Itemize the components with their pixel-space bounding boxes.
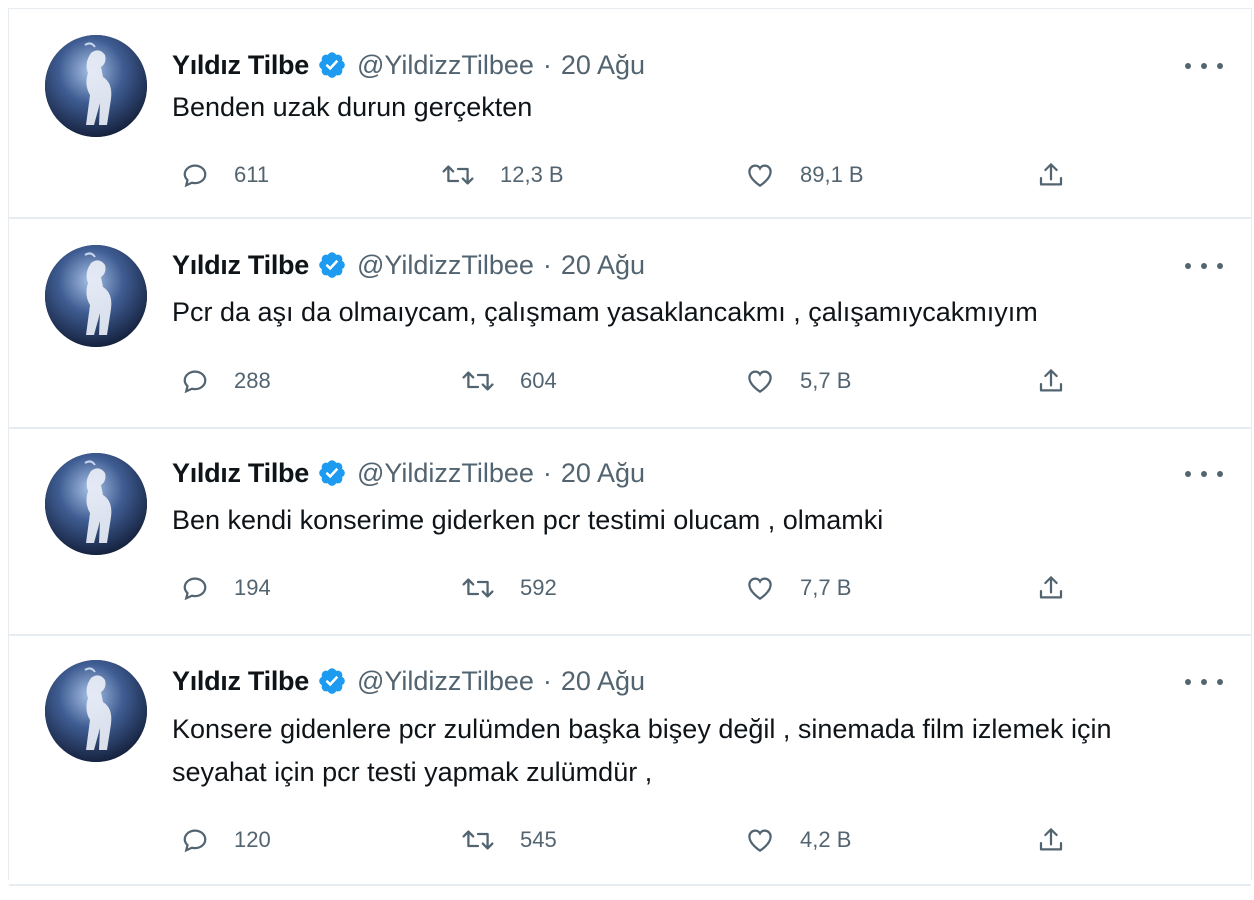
like-count: 5,7 B (800, 368, 852, 393)
author-name[interactable]: Yıldız Tilbe (172, 45, 309, 85)
author-name[interactable]: Yıldız Tilbe (172, 453, 309, 493)
more-icon[interactable] (1185, 256, 1223, 276)
like-button[interactable]: 5,7 B (744, 361, 851, 401)
reply-count: 194 (234, 575, 271, 600)
tweet[interactable]: Yıldız Tilbe @YildizzTilbee · 20 Ağu Pcr… (9, 219, 1251, 429)
like-count: 4,2 B (800, 827, 852, 852)
author-name[interactable]: Yıldız Tilbe (172, 245, 309, 285)
retweet-count: 12,3 B (500, 162, 564, 187)
reply-count: 120 (234, 827, 271, 852)
header-separator: · (542, 50, 552, 80)
avatar[interactable] (45, 35, 147, 137)
tweet-feed: Yıldız Tilbe @YildizzTilbee · 20 Ağu Ben… (0, 0, 1254, 900)
like-icon (748, 164, 772, 187)
tweet-text: Benden uzak durun gerçekten (172, 92, 533, 122)
avatar[interactable] (45, 245, 147, 347)
like-count: 7,7 B (800, 575, 852, 600)
header-separator: · (542, 666, 552, 696)
retweet-count: 545 (520, 827, 557, 852)
tweet-header: Yıldız Tilbe @YildizzTilbee · 20 Ağu (172, 45, 645, 85)
header-separator: · (542, 458, 552, 488)
tweet-actions: 611 12,3 B 89,1 B (172, 155, 1092, 195)
share-button[interactable] (1036, 568, 1066, 608)
reply-count: 288 (234, 368, 271, 393)
retweet-count: 592 (520, 575, 557, 600)
like-icon (748, 829, 772, 852)
tweet[interactable]: Yıldız Tilbe @YildizzTilbee · 20 Ağu Ben… (9, 9, 1251, 219)
retweet-icon (462, 830, 494, 850)
tweet-text: Konsere gidenlere pcr zulümden başka biş… (172, 714, 1112, 787)
tweet-text: Pcr da aşı da olmaıycam, çalışmam yasakl… (172, 297, 1038, 327)
verified-badge-icon (319, 668, 345, 694)
reply-icon (183, 829, 207, 853)
avatar[interactable] (45, 453, 147, 555)
author-handle[interactable]: @YildizzTilbee (357, 45, 534, 85)
avatar[interactable] (45, 660, 147, 762)
reply-button[interactable]: 611 (180, 155, 269, 195)
reply-button[interactable]: 120 (180, 820, 271, 860)
retweet-icon (462, 578, 494, 598)
reply-icon (183, 370, 207, 394)
retweet-icon (462, 371, 494, 391)
verified-badge-icon (319, 252, 345, 278)
more-icon[interactable] (1185, 464, 1223, 484)
tweet-date[interactable]: 20 Ağu (561, 661, 645, 701)
share-icon (1039, 828, 1063, 851)
like-button[interactable]: 89,1 B (744, 155, 864, 195)
like-button[interactable]: 7,7 B (744, 568, 851, 608)
retweet-button[interactable]: 592 (460, 568, 557, 608)
author-name[interactable]: Yıldız Tilbe (172, 661, 309, 701)
reply-button[interactable]: 288 (180, 361, 271, 401)
reply-count: 611 (234, 162, 270, 187)
share-button[interactable] (1036, 361, 1066, 401)
share-button[interactable] (1036, 820, 1066, 860)
tweet-actions: 288 604 5,7 B (172, 361, 1092, 401)
verified-badge-icon (319, 460, 345, 486)
tweet-text: Ben kendi konserime giderken pcr testimi… (172, 505, 884, 535)
share-icon (1039, 576, 1063, 599)
author-handle[interactable]: @YildizzTilbee (357, 661, 534, 701)
author-handle[interactable]: @YildizzTilbee (357, 245, 534, 285)
tweet-date[interactable]: 20 Ağu (561, 453, 645, 493)
like-count: 89,1 B (800, 162, 864, 187)
tweet-header: Yıldız Tilbe @YildizzTilbee · 20 Ağu (172, 661, 645, 701)
tweet[interactable]: Yıldız Tilbe @YildizzTilbee · 20 Ağu Kon… (9, 636, 1251, 886)
like-icon (748, 577, 772, 600)
retweet-count: 604 (520, 368, 557, 393)
reply-icon (183, 164, 207, 188)
like-icon (748, 370, 772, 393)
tweet-header: Yıldız Tilbe @YildizzTilbee · 20 Ağu (172, 453, 645, 493)
tweet-date[interactable]: 20 Ağu (561, 245, 645, 285)
tweet-actions: 120 545 4,2 B (172, 820, 1092, 860)
feed-border-right (1251, 8, 1252, 880)
author-handle[interactable]: @YildizzTilbee (357, 453, 534, 493)
reply-button[interactable]: 194 (180, 568, 271, 608)
tweet-header: Yıldız Tilbe @YildizzTilbee · 20 Ağu (172, 245, 645, 285)
tweet[interactable]: Yıldız Tilbe @YildizzTilbee · 20 Ağu Ben… (9, 429, 1251, 636)
like-button[interactable]: 4,2 B (744, 820, 851, 860)
reply-icon (183, 577, 207, 601)
retweet-button[interactable]: 545 (460, 820, 557, 860)
tweet-date[interactable]: 20 Ağu (561, 45, 645, 85)
verified-badge-icon (319, 52, 345, 78)
share-icon (1039, 163, 1063, 186)
share-button[interactable] (1036, 155, 1066, 195)
retweet-icon (442, 165, 474, 185)
header-separator: · (542, 250, 552, 280)
retweet-button[interactable]: 604 (460, 361, 557, 401)
tweet-actions: 194 592 7,7 B (172, 568, 1092, 608)
more-icon[interactable] (1185, 56, 1223, 76)
share-icon (1039, 369, 1063, 392)
more-icon[interactable] (1185, 672, 1223, 692)
retweet-button[interactable]: 12,3 B (440, 155, 564, 195)
